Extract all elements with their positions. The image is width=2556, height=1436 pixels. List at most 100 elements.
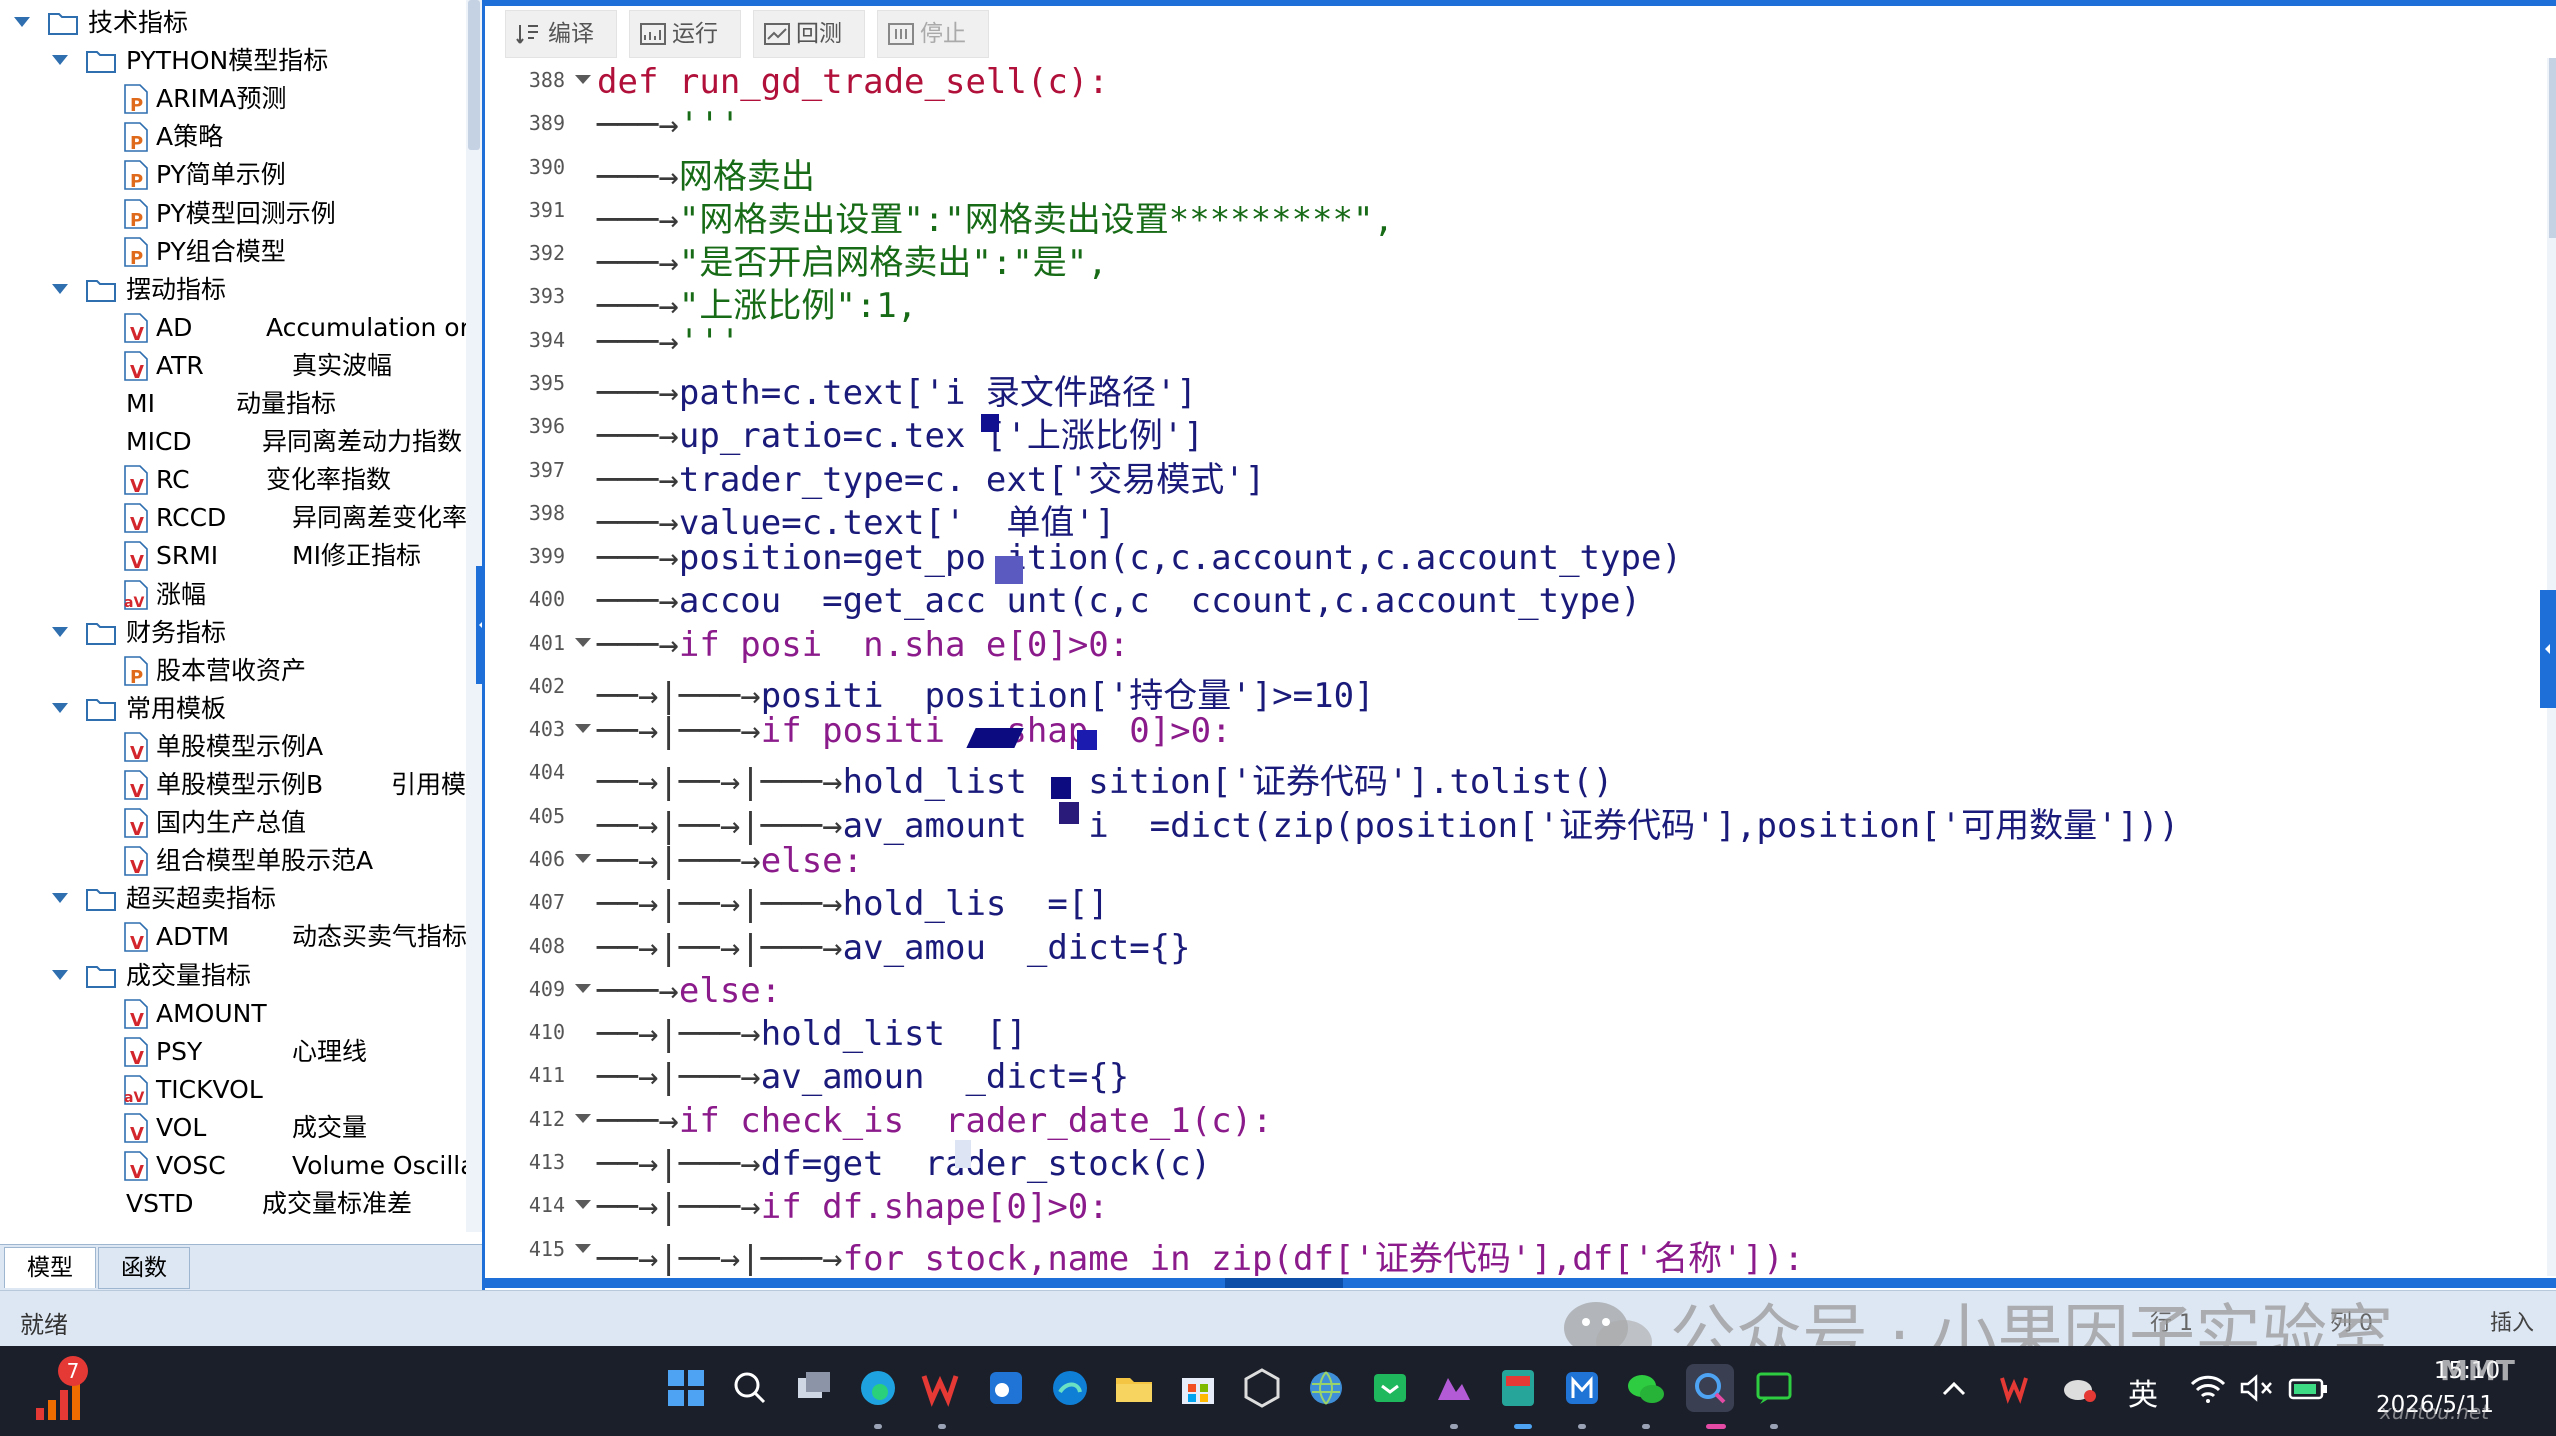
fold-toggle-icon[interactable]	[575, 983, 591, 993]
tree-item[interactable]: V 国内生产总值	[0, 804, 466, 842]
tree-item[interactable]: V ATR 真实波幅	[0, 347, 466, 385]
tree-item[interactable]: V VOL 成交量	[0, 1109, 466, 1147]
tree-folder[interactable]: 摆动指标	[0, 271, 466, 309]
code-line[interactable]: 412 ───→if check_is rader_date_1(c):	[499, 1097, 2539, 1141]
code-line[interactable]: 414 ──→|───→if df.shape[0]>0:	[499, 1183, 2539, 1227]
code-area[interactable]: 388 def run_gd_trade_sell(c): 389 ───→''' 39…	[499, 58, 2539, 1276]
editor-vertical-scrollbar-thumb[interactable]	[2549, 58, 2556, 238]
code-line[interactable]: 390 ───→网格卖出	[499, 145, 2539, 197]
backtest-button[interactable]: 回测	[753, 10, 865, 58]
store-icon[interactable]	[1174, 1364, 1222, 1412]
code-line[interactable]: 413 ──→|───→df=get rader_stock(c)	[499, 1140, 2539, 1184]
tree-scrollbar-thumb[interactable]	[468, 0, 480, 150]
tab-function[interactable]: 函数	[98, 1247, 190, 1289]
tab-model[interactable]: 模型	[4, 1247, 96, 1288]
wifi-icon[interactable]	[2184, 1364, 2232, 1412]
fold-toggle-icon[interactable]	[575, 724, 591, 734]
unity-icon[interactable]	[1238, 1364, 1286, 1412]
tree-item[interactable]: aV 涨幅	[0, 576, 466, 614]
tree-folder[interactable]: 财务指标	[0, 614, 466, 652]
code-line[interactable]: 393 ───→"上涨比例":1,	[499, 274, 2539, 326]
tree-item[interactable]: P PY模型回测示例	[0, 195, 466, 233]
tree-folder[interactable]: 超买超卖指标	[0, 880, 466, 918]
expand-arrow-icon[interactable]	[52, 55, 68, 66]
code-line[interactable]: 396 ───→up_ratio=c.tex ['上涨比例']	[499, 404, 2539, 456]
code-line[interactable]: 388 def run_gd_trade_sell(c):	[499, 58, 2539, 102]
stop-button[interactable]: 停止	[877, 10, 989, 58]
task-view-icon[interactable]	[790, 1364, 838, 1412]
chat-app-icon[interactable]	[1750, 1364, 1798, 1412]
blue-m-app-icon[interactable]	[1558, 1364, 1606, 1412]
battery-icon[interactable]	[2284, 1364, 2332, 1412]
fold-toggle-icon[interactable]	[575, 854, 591, 864]
fold-toggle-icon[interactable]	[575, 1113, 591, 1123]
code-line[interactable]: 401 ───→if posi n.sha e[0]>0:	[499, 621, 2539, 665]
code-line[interactable]: 408 ──→|──→|───→av_amou _dict={}	[499, 924, 2539, 968]
volume-muted-icon[interactable]	[2234, 1364, 2282, 1412]
tree-item[interactable]: V RC 变化率指数	[0, 461, 466, 499]
outlook-icon[interactable]	[982, 1364, 1030, 1412]
expand-arrow-icon[interactable]	[52, 969, 68, 980]
tree-item[interactable]: V 单股模型示例A	[0, 728, 466, 766]
collapse-right-panel-handle[interactable]	[2540, 590, 2556, 708]
code-line[interactable]: 415 ──→|──→|───→for stock,name in zip(df[…	[499, 1227, 2539, 1276]
edge-browser-icon[interactable]	[854, 1364, 902, 1412]
code-line[interactable]: 398 ───→value=c.text[' 单值']	[499, 491, 2539, 543]
input-language[interactable]: 英	[2128, 1370, 2158, 1414]
code-line[interactable]: 409 ───→else:	[499, 967, 2539, 1011]
tree-item[interactable]: MICD 异同离差动力指数	[0, 423, 466, 461]
xuntou-app-icon[interactable]	[1494, 1364, 1542, 1412]
search-icon[interactable]	[726, 1364, 774, 1412]
fold-toggle-icon[interactable]	[575, 1243, 591, 1253]
code-line[interactable]: 394 ───→'''	[499, 318, 2539, 362]
code-line[interactable]: 405 ──→|──→|───→av_amount i =dict(zip(pos…	[499, 794, 2539, 846]
tree-item[interactable]: V PSY 心理线	[0, 1033, 466, 1071]
code-line[interactable]: 399 ───→position=get_po ition(c,c.account…	[499, 534, 2539, 578]
wechat-icon[interactable]	[1622, 1364, 1670, 1412]
tree-item[interactable]: VSTD 成交量标准差	[0, 1185, 466, 1223]
expand-arrow-icon[interactable]	[52, 702, 68, 713]
globe-browser-icon[interactable]	[1302, 1364, 1350, 1412]
tree-item[interactable]: P A策略	[0, 118, 466, 156]
fold-toggle-icon[interactable]	[575, 75, 591, 84]
tree-item[interactable]: P 股本营收资产	[0, 652, 466, 690]
tree-item[interactable]: MI 动量指标	[0, 385, 466, 423]
tree-item[interactable]: V 组合模型单股示范A	[0, 842, 466, 880]
code-line[interactable]: 403 ──→|───→if positi shap 0]>0:	[499, 707, 2539, 751]
code-line[interactable]: 402 ──→|───→positi position['持仓量']>=10]	[499, 664, 2539, 716]
tree-item[interactable]: V 单股模型示例B 引用模	[0, 766, 466, 804]
code-line[interactable]: 410 ──→|───→hold_list []	[499, 1010, 2539, 1054]
code-line[interactable]: 404 ──→|──→|───→hold_list sition['证券代码'].…	[499, 750, 2539, 802]
expand-arrow-icon[interactable]	[52, 893, 68, 904]
tree-item[interactable]: P ARIMA预测	[0, 80, 466, 118]
cloud-tray-icon[interactable]	[2056, 1364, 2104, 1412]
search-app-icon[interactable]	[1686, 1364, 1734, 1412]
green-app-icon[interactable]	[1366, 1364, 1414, 1412]
tree-item[interactable]: V SRMI MI修正指标	[0, 537, 466, 575]
expand-arrow-icon[interactable]	[14, 17, 30, 27]
tree-item[interactable]: V VOSC Volume Oscilla	[0, 1147, 466, 1185]
code-line[interactable]: 400 ───→accou =get_acc unt(c,c ccount,c.a…	[499, 577, 2539, 621]
code-line[interactable]: 397 ───→trader_type=c. ext['交易模式']	[499, 448, 2539, 500]
wps-tray-icon[interactable]	[1994, 1364, 2042, 1412]
tree-folder[interactable]: 技术指标	[0, 4, 466, 42]
tree-item[interactable]: P PY简单示例	[0, 156, 466, 194]
purple-app-icon[interactable]	[1430, 1364, 1478, 1412]
edge-ai-icon[interactable]	[1046, 1364, 1094, 1412]
code-line[interactable]: 411 ──→|───→av_amoun _dict={}	[499, 1053, 2539, 1097]
wps-icon[interactable]	[918, 1364, 966, 1412]
tree-item[interactable]: V ADTM 动态买卖气指标	[0, 918, 466, 956]
code-line[interactable]: 406 ──→|───→else:	[499, 837, 2539, 881]
run-button[interactable]: 运行	[629, 10, 741, 58]
tree-item[interactable]: V RCCD 异同离差变化率	[0, 499, 466, 537]
file-explorer-icon[interactable]	[1110, 1364, 1158, 1412]
code-line[interactable]: 391 ───→"网格卖出设置":"网格卖出设置*********",	[499, 188, 2539, 240]
tree-folder[interactable]: PYTHON模型指标	[0, 42, 466, 80]
chevron-up-icon[interactable]	[1930, 1364, 1978, 1412]
fold-toggle-icon[interactable]	[575, 1200, 591, 1210]
code-line[interactable]: 389 ───→'''	[499, 101, 2539, 145]
start-windows-icon[interactable]	[662, 1364, 710, 1412]
tree-item[interactable]: aV TICKVOL	[0, 1071, 466, 1109]
code-line[interactable]: 407 ──→|──→|───→hold_lis =[]	[499, 880, 2539, 924]
tree-folder[interactable]: 常用模板	[0, 690, 466, 728]
